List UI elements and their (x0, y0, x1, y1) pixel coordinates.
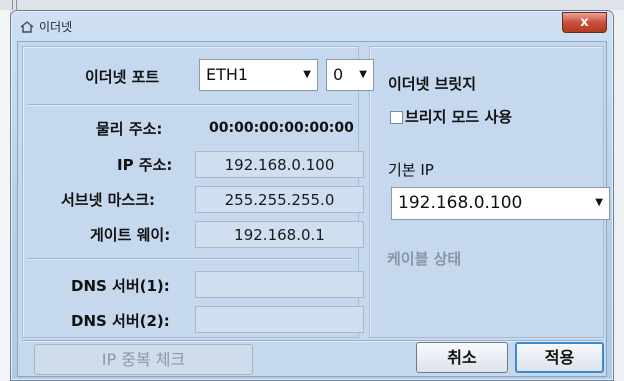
bridge-mode-checkbox[interactable] (390, 111, 403, 124)
ethernet-port-label: 이더넷 포트 (85, 68, 160, 86)
ethernet-dialog: 이더넷 x 이더넷 포트 ETH1 ▼ 0 ▼ 물리 주소: 00:00:00:… (10, 10, 614, 381)
desktop-background (0, 0, 624, 10)
dns1-label: DNS 서버(1): (71, 277, 170, 295)
subnet-mask-field[interactable]: 255.255.255.0 (195, 186, 364, 213)
subnet-mask-label: 서브넷 마스크: (61, 191, 156, 209)
bridge-title: 이더넷 브릿지 (388, 75, 477, 93)
separator (22, 340, 602, 342)
ip-duplicate-check-button[interactable]: IP 중복 체크 (34, 344, 253, 375)
chevron-down-icon: ▼ (595, 197, 603, 208)
title-bar[interactable]: 이더넷 x (11, 11, 613, 41)
ethernet-port-value: ETH1 (206, 65, 249, 84)
default-ip-select[interactable]: 192.168.0.100 ▼ (391, 187, 610, 220)
port-index-select[interactable]: 0 ▼ (326, 59, 374, 91)
bridge-mode-label[interactable]: 브리지 모드 사용 (405, 106, 512, 127)
ethernet-port-select[interactable]: ETH1 ▼ (199, 59, 318, 91)
default-ip-label: 기본 IP (388, 161, 434, 179)
ip-address-label: IP 주소: (117, 156, 173, 174)
dialog-client-area: 이더넷 포트 ETH1 ▼ 0 ▼ 물리 주소: 00:00:00:00:00:… (17, 41, 610, 377)
background-divider (12, 0, 17, 10)
separator (28, 104, 352, 106)
apply-button[interactable]: 적용 (515, 342, 604, 373)
physical-address-value: 00:00:00:00:00:00 (209, 120, 354, 136)
close-button[interactable]: x (562, 12, 607, 33)
ip-address-field[interactable]: 192.168.0.100 (195, 151, 364, 178)
separator (28, 258, 352, 260)
dns1-field[interactable] (195, 271, 364, 298)
chevron-down-icon: ▼ (359, 69, 367, 80)
window-title: 이더넷 (39, 20, 73, 34)
physical-address-label: 물리 주소: (96, 120, 163, 138)
cancel-button[interactable]: 취소 (416, 342, 508, 373)
port-index-value: 0 (333, 65, 344, 84)
dns2-field[interactable] (195, 306, 364, 333)
gateway-label: 게이트 웨이: (90, 226, 171, 244)
dns2-label: DNS 서버(2): (71, 312, 170, 330)
gateway-field[interactable]: 192.168.0.1 (195, 221, 364, 248)
chevron-down-icon: ▼ (303, 69, 311, 80)
cable-status-label: 케이블 상태 (387, 250, 462, 268)
home-icon (19, 19, 35, 33)
default-ip-value: 192.168.0.100 (398, 193, 523, 213)
